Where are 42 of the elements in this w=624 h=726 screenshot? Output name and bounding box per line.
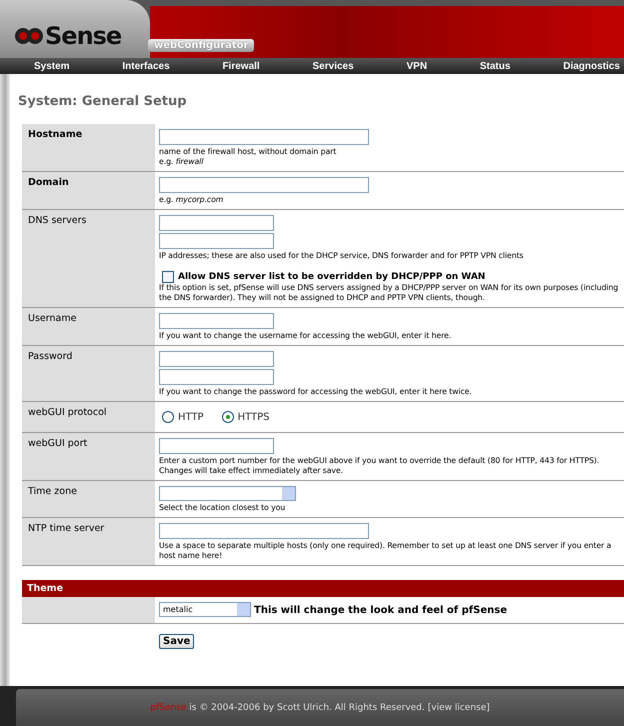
field-label: webGUI port bbox=[28, 438, 88, 449]
nav-menu-item[interactable]: Status bbox=[480, 60, 510, 72]
checkbox-label: Allow DNS server list to be overridden by DHCP/PPP on WAN bbox=[178, 272, 486, 282]
text-field[interactable] bbox=[159, 233, 274, 249]
text-field[interactable] bbox=[159, 129, 369, 145]
field-label: Domain bbox=[28, 177, 69, 188]
section-title: Theme bbox=[27, 583, 64, 594]
nav-menu-item[interactable]: VPN bbox=[406, 60, 428, 72]
text-field[interactable] bbox=[159, 215, 274, 231]
save-button[interactable]: Save bbox=[159, 634, 194, 649]
nav-menu-item[interactable]: Interfaces bbox=[122, 60, 170, 72]
theme-description: This will change the look and feel of pfSense bbox=[254, 605, 507, 616]
copyright-text: is © 2004-2006 by Scott Ulrich. All Rights Reserved. bbox=[189, 702, 425, 712]
text-field[interactable] bbox=[159, 177, 369, 193]
text-field[interactable] bbox=[159, 351, 274, 367]
field-label: Hostname bbox=[28, 129, 82, 140]
radio-button[interactable] bbox=[162, 411, 174, 423]
radio-label: HTTP bbox=[178, 412, 204, 422]
nav-menu-item[interactable]: Firewall bbox=[222, 60, 260, 72]
nav-menu-item[interactable]: System bbox=[34, 60, 70, 72]
product-badge: webConfigurator bbox=[148, 39, 254, 52]
radio-button[interactable] bbox=[222, 411, 234, 423]
license-link[interactable]: [view license] bbox=[428, 702, 490, 712]
logo-text: Sense bbox=[45, 22, 122, 50]
dropdown[interactable] bbox=[159, 486, 296, 501]
page-title: System: General Setup bbox=[18, 94, 188, 109]
text-field[interactable] bbox=[159, 369, 274, 385]
radio-label: HTTPS bbox=[238, 412, 270, 422]
field-label: DNS servers bbox=[28, 215, 86, 226]
field-label: Password bbox=[28, 351, 72, 362]
nav-menu-item[interactable]: Diagnostics bbox=[563, 60, 620, 72]
field-label: webGUI protocol bbox=[28, 407, 107, 418]
dropdown[interactable]: metalic bbox=[159, 602, 251, 617]
field-label: Username bbox=[28, 313, 76, 324]
field-label: NTP time server bbox=[28, 523, 104, 534]
checkbox[interactable] bbox=[162, 271, 174, 283]
text-field[interactable] bbox=[159, 523, 369, 539]
text-field[interactable] bbox=[159, 438, 274, 454]
field-label: Time zone bbox=[28, 486, 77, 497]
text-field[interactable] bbox=[159, 313, 274, 329]
footer-brand: pfSense bbox=[150, 702, 186, 712]
nav-menu-item[interactable]: Services bbox=[312, 60, 354, 72]
